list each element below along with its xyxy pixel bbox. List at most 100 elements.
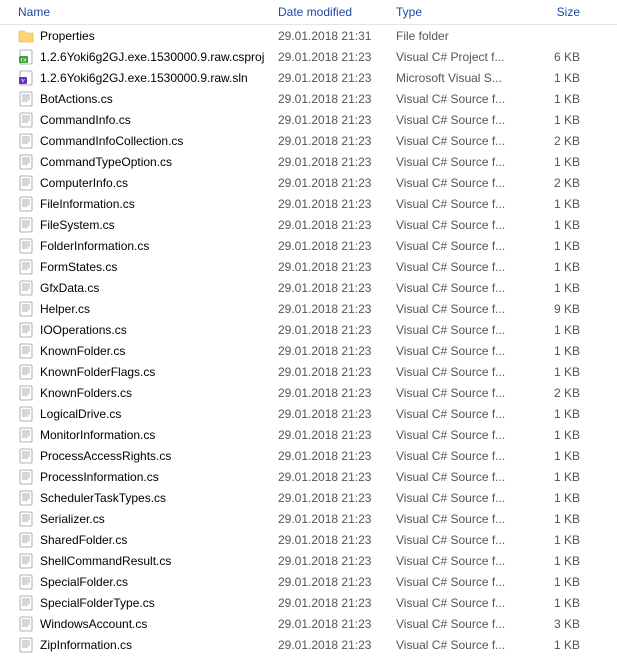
file-name-label: SpecialFolder.cs	[40, 575, 128, 589]
file-date-cell: 29.01.2018 21:23	[278, 197, 396, 211]
cs-file-icon	[18, 427, 34, 443]
file-name-cell: Helper.cs	[0, 301, 278, 317]
column-header-type[interactable]: Type	[396, 5, 520, 19]
file-type-cell: Visual C# Source f...	[396, 281, 520, 295]
file-row[interactable]: ProcessAccessRights.cs29.01.2018 21:23Vi…	[0, 445, 617, 466]
column-header-date[interactable]: Date modified	[278, 5, 396, 19]
file-size-cell: 1 KB	[520, 449, 590, 463]
file-row[interactable]: WindowsAccount.cs29.01.2018 21:23Visual …	[0, 613, 617, 634]
file-row[interactable]: Helper.cs29.01.2018 21:23Visual C# Sourc…	[0, 298, 617, 319]
file-row[interactable]: ShellCommandResult.cs29.01.2018 21:23Vis…	[0, 550, 617, 571]
file-type-cell: Visual C# Source f...	[396, 155, 520, 169]
file-size-cell: 1 KB	[520, 428, 590, 442]
file-row[interactable]: KnownFolderFlags.cs29.01.2018 21:23Visua…	[0, 361, 617, 382]
file-row[interactable]: KnownFolder.cs29.01.2018 21:23Visual C# …	[0, 340, 617, 361]
file-row[interactable]: FormStates.cs29.01.2018 21:23Visual C# S…	[0, 256, 617, 277]
file-type-cell: Visual C# Source f...	[396, 596, 520, 610]
file-row[interactable]: FileSystem.cs29.01.2018 21:23Visual C# S…	[0, 214, 617, 235]
file-row[interactable]: CommandInfoCollection.cs 29.01.2018 21:23…	[0, 130, 617, 151]
file-name-label: ShellCommandResult.cs	[40, 554, 171, 568]
file-row[interactable]: ComputerInfo.cs29.01.2018 21:23Visual C#…	[0, 172, 617, 193]
file-row[interactable]: SpecialFolderType.cs29.01.2018 21:23Visu…	[0, 592, 617, 613]
file-size-cell: 1 KB	[520, 596, 590, 610]
file-type-cell: Visual C# Source f...	[396, 218, 520, 232]
file-row[interactable]: FolderInformation.cs29.01.2018 21:23Visu…	[0, 235, 617, 256]
folder-icon	[18, 28, 34, 44]
file-date-cell: 29.01.2018 21:23	[278, 260, 396, 274]
file-date-cell: 29.01.2018 21:23	[278, 386, 396, 400]
file-row[interactable]: ZipInformation.cs29.01.2018 21:23Visual …	[0, 634, 617, 655]
file-size-cell: 1 KB	[520, 197, 590, 211]
file-date-cell: 29.01.2018 21:23	[278, 134, 396, 148]
file-row[interactable]: CommandTypeOption.cs29.01.2018 21:23Visu…	[0, 151, 617, 172]
file-type-cell: Visual C# Source f...	[396, 365, 520, 379]
file-date-cell: 29.01.2018 21:23	[278, 50, 396, 64]
file-type-cell: Visual C# Source f...	[396, 533, 520, 547]
file-date-cell: 29.01.2018 21:23	[278, 407, 396, 421]
file-type-cell: Visual C# Source f...	[396, 470, 520, 484]
cs-file-icon	[18, 217, 34, 233]
file-row[interactable]: 1.2.6Yoki6g2GJ.exe.1530000.9.raw.csproj2…	[0, 46, 617, 67]
cs-file-icon	[18, 91, 34, 107]
file-name-cell: ComputerInfo.cs	[0, 175, 278, 191]
file-date-cell: 29.01.2018 21:23	[278, 176, 396, 190]
file-size-cell: 1 KB	[520, 512, 590, 526]
file-date-cell: 29.01.2018 21:23	[278, 491, 396, 505]
file-size-cell: 1 KB	[520, 575, 590, 589]
cs-file-icon	[18, 280, 34, 296]
file-name-cell: 1.2.6Yoki6g2GJ.exe.1530000.9.raw.sln	[0, 70, 278, 86]
file-row[interactable]: MonitorInformation.cs29.01.2018 21:23Vis…	[0, 424, 617, 445]
file-row[interactable]: ProcessInformation.cs29.01.2018 21:23Vis…	[0, 466, 617, 487]
file-name-label: Properties	[40, 29, 95, 43]
file-size-cell: 2 KB	[520, 134, 590, 148]
column-header-row: Name Date modified Type Size	[0, 0, 617, 25]
file-date-cell: 29.01.2018 21:23	[278, 323, 396, 337]
file-name-cell: Serializer.cs	[0, 511, 278, 527]
file-size-cell: 1 KB	[520, 218, 590, 232]
file-row[interactable]: Serializer.cs29.01.2018 21:23Visual C# S…	[0, 508, 617, 529]
file-size-cell: 1 KB	[520, 92, 590, 106]
file-name-label: WindowsAccount.cs	[40, 617, 147, 631]
cs-file-icon	[18, 154, 34, 170]
column-header-name[interactable]: Name	[0, 5, 278, 19]
file-date-cell: 29.01.2018 21:23	[278, 575, 396, 589]
file-type-cell: Microsoft Visual S...	[396, 71, 520, 85]
file-name-cell: KnownFolder.cs	[0, 343, 278, 359]
file-type-cell: Visual C# Source f...	[396, 239, 520, 253]
file-name-cell: ZipInformation.cs	[0, 637, 278, 653]
cs-file-icon	[18, 490, 34, 506]
file-name-label: SchedulerTaskTypes.cs	[40, 491, 166, 505]
file-row[interactable]: SchedulerTaskTypes.cs29.01.2018 21:23Vis…	[0, 487, 617, 508]
file-name-cell: SpecialFolder.cs	[0, 574, 278, 590]
cs-file-icon	[18, 238, 34, 254]
file-size-cell: 2 KB	[520, 176, 590, 190]
file-name-label: CommandInfoCollection.cs	[40, 134, 183, 148]
file-name-label: FormStates.cs	[40, 260, 117, 274]
file-row[interactable]: LogicalDrive.cs29.01.2018 21:23Visual C#…	[0, 403, 617, 424]
file-size-cell: 1 KB	[520, 71, 590, 85]
file-type-cell: Visual C# Source f...	[396, 617, 520, 631]
file-row[interactable]: FileInformation.cs29.01.2018 21:23Visual…	[0, 193, 617, 214]
cs-file-icon	[18, 595, 34, 611]
file-row[interactable]: KnownFolders.cs29.01.2018 21:23Visual C#…	[0, 382, 617, 403]
file-name-cell: KnownFolderFlags.cs	[0, 364, 278, 380]
file-row[interactable]: SpecialFolder.cs29.01.2018 21:23Visual C…	[0, 571, 617, 592]
file-list: Properties29.01.2018 21:31File folder1.2…	[0, 25, 617, 655]
cs-file-icon	[18, 616, 34, 632]
cs-file-icon	[18, 259, 34, 275]
file-row[interactable]: Properties29.01.2018 21:31File folder	[0, 25, 617, 46]
column-header-size[interactable]: Size	[520, 5, 590, 19]
file-row[interactable]: SharedFolder.cs29.01.2018 21:23Visual C#…	[0, 529, 617, 550]
file-date-cell: 29.01.2018 21:23	[278, 533, 396, 547]
file-row[interactable]: BotActions.cs29.01.2018 21:23Visual C# S…	[0, 88, 617, 109]
cs-file-icon	[18, 301, 34, 317]
file-row[interactable]: IOOperations.cs29.01.2018 21:23Visual C#…	[0, 319, 617, 340]
file-row[interactable]: CommandInfo.cs29.01.2018 21:23Visual C# …	[0, 109, 617, 130]
file-name-label: Serializer.cs	[40, 512, 105, 526]
file-row[interactable]: GfxData.cs29.01.2018 21:23Visual C# Sour…	[0, 277, 617, 298]
file-size-cell: 1 KB	[520, 491, 590, 505]
file-size-cell: 1 KB	[520, 239, 590, 253]
file-type-cell: Visual C# Source f...	[396, 638, 520, 652]
file-row[interactable]: 1.2.6Yoki6g2GJ.exe.1530000.9.raw.sln29.0…	[0, 67, 617, 88]
file-type-cell: Visual C# Source f...	[396, 512, 520, 526]
